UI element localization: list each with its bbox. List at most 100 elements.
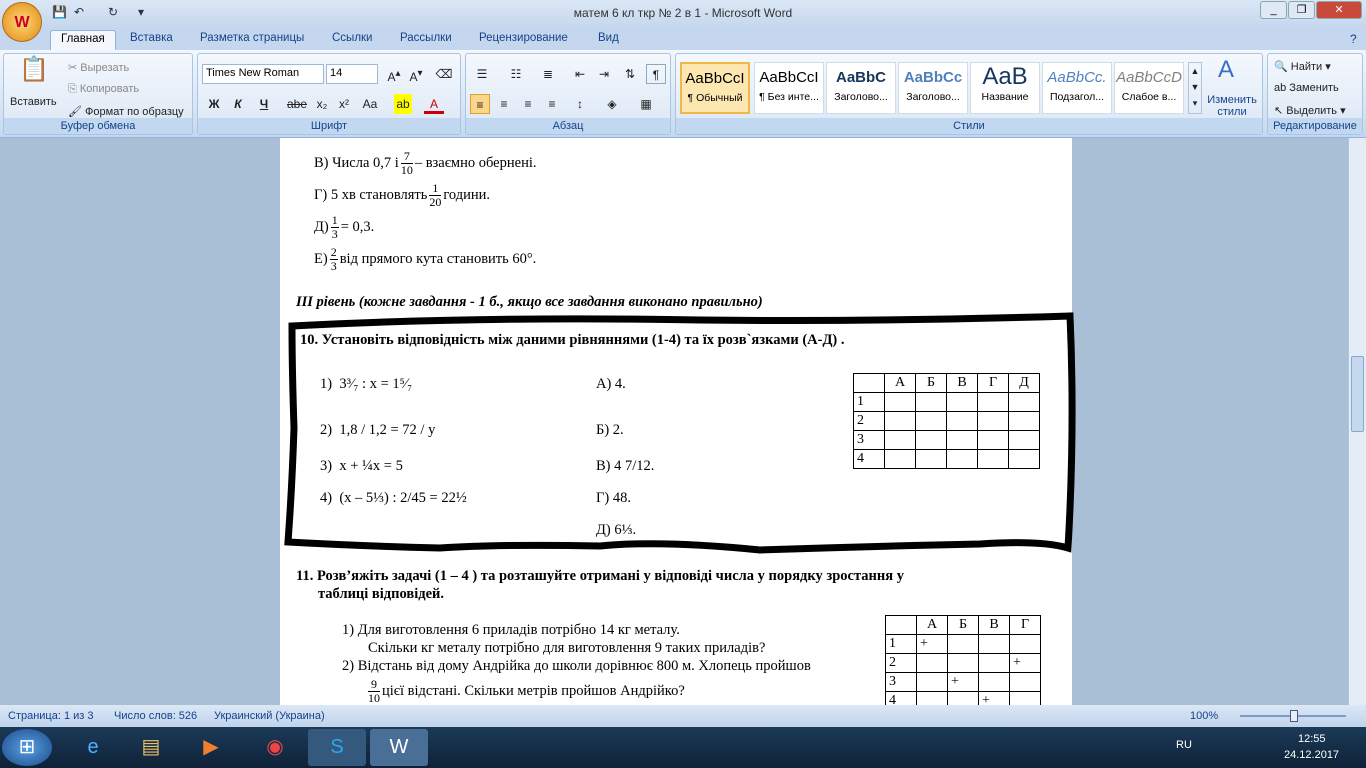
save-icon[interactable]: 💾 — [52, 5, 68, 21]
show-marks-icon[interactable]: ¶ — [646, 64, 666, 84]
borders-icon[interactable]: ▦ — [636, 94, 656, 114]
font-family-select[interactable]: Times New Roman — [202, 64, 324, 84]
superscript-button[interactable]: x² — [334, 94, 354, 114]
page-count[interactable]: Страница: 1 из 3 — [8, 710, 94, 722]
input-language[interactable]: RU — [1176, 739, 1192, 751]
cell[interactable] — [1008, 430, 1040, 450]
clock-time[interactable]: 12:55 — [1298, 733, 1326, 745]
tab-home[interactable]: Главная — [50, 30, 116, 50]
skype-icon[interactable]: S — [308, 729, 366, 766]
cell[interactable] — [946, 392, 978, 412]
bold-button[interactable]: Ж — [204, 94, 224, 114]
minimize-button[interactable]: _ — [1260, 1, 1287, 19]
style-heading1[interactable]: AaBbC Заголово... — [826, 62, 896, 114]
cell[interactable] — [946, 411, 978, 431]
file-explorer-icon[interactable]: ▤ — [122, 729, 180, 766]
tab-review[interactable]: Рецензирование — [469, 30, 578, 50]
cell[interactable] — [915, 392, 947, 412]
line-spacing-icon[interactable]: ↕ — [570, 94, 590, 114]
cell[interactable] — [884, 392, 916, 412]
eq-text: x + ¼x = 5 — [339, 458, 403, 474]
cell[interactable] — [915, 411, 947, 431]
close-button[interactable]: ✕ — [1316, 1, 1362, 19]
align-right-icon[interactable]: ≡ — [518, 94, 538, 114]
shrink-font-icon[interactable]: A▾ — [406, 64, 426, 84]
align-center-icon[interactable]: ≡ — [494, 94, 514, 114]
select-button[interactable]: ↖ Выделить ▾ — [1274, 104, 1346, 117]
cell[interactable] — [884, 449, 916, 469]
font-size-select[interactable]: 14 — [326, 64, 378, 84]
cell[interactable] — [946, 430, 978, 450]
tab-page-layout[interactable]: Разметка страницы — [190, 30, 314, 50]
style-normal[interactable]: AaBbCcI ¶ Обычный — [680, 62, 750, 114]
scrollbar-thumb[interactable] — [1351, 356, 1364, 432]
cell[interactable] — [915, 430, 947, 450]
shading-icon[interactable]: ◈ — [602, 94, 622, 114]
tab-mailings[interactable]: Рассылки — [390, 30, 462, 50]
change-styles-button[interactable]: Изменить стили — [1204, 94, 1260, 118]
format-painter-button[interactable]: 🖌 Формат по образцу — [68, 105, 184, 118]
cell[interactable] — [1008, 392, 1040, 412]
vertical-scrollbar[interactable] — [1348, 138, 1366, 705]
clear-format-icon[interactable]: ⌫ — [434, 64, 454, 84]
chrome-icon[interactable]: ◉ — [246, 729, 304, 766]
zoom-slider-thumb[interactable] — [1290, 710, 1298, 722]
find-button[interactable]: 🔍 Найти ▾ — [1274, 60, 1331, 73]
increase-indent-icon[interactable]: ⇥ — [594, 64, 614, 84]
paste-button[interactable]: Вставить — [10, 96, 57, 108]
multilevel-list-icon[interactable]: ≣ — [538, 64, 558, 84]
sort-icon[interactable]: ⇅ — [620, 64, 640, 84]
justify-icon[interactable]: ≡ — [542, 94, 562, 114]
style-heading2[interactable]: AaBbCc Заголово... — [898, 62, 968, 114]
bullets-icon[interactable]: ☰ — [472, 64, 492, 84]
cell[interactable] — [884, 430, 916, 450]
office-button[interactable]: W — [2, 2, 42, 42]
tab-references[interactable]: Ссылки — [322, 30, 383, 50]
numbering-icon[interactable]: ☷ — [506, 64, 526, 84]
cell[interactable] — [884, 411, 916, 431]
cell[interactable] — [977, 430, 1009, 450]
customize-icon[interactable]: ▾ — [138, 5, 154, 21]
change-case-button[interactable]: Aa — [358, 94, 382, 114]
language[interactable]: Украинский (Украина) — [214, 710, 325, 722]
redo-icon[interactable]: ↻ — [108, 5, 124, 21]
style-title[interactable]: AaB Название — [970, 62, 1040, 114]
highlight-icon[interactable]: ab — [394, 94, 412, 114]
tab-insert[interactable]: Вставка — [120, 30, 183, 50]
start-button[interactable]: ⊞ — [2, 729, 52, 766]
cell — [853, 373, 885, 393]
strikethrough-button[interactable]: abe — [284, 94, 310, 114]
style-subtitle[interactable]: AaBbCc. Подзагол... — [1042, 62, 1112, 114]
subscript-button[interactable]: x₂ — [312, 94, 332, 114]
undo-icon[interactable]: ↶ — [74, 5, 90, 21]
italic-button[interactable]: К — [228, 94, 248, 114]
word-icon[interactable]: W — [370, 729, 428, 766]
media-player-icon[interactable]: ▶ — [182, 729, 240, 766]
internet-explorer-icon[interactable]: e — [64, 729, 122, 766]
cell[interactable] — [977, 449, 1009, 469]
clock-date[interactable]: 24.12.2017 — [1284, 749, 1339, 761]
cell[interactable] — [946, 449, 978, 469]
underline-button[interactable]: Ч — [254, 94, 274, 114]
decrease-indent-icon[interactable]: ⇤ — [570, 64, 590, 84]
zoom-level[interactable]: 100% — [1190, 710, 1218, 722]
word-count[interactable]: Число слов: 526 — [114, 710, 197, 722]
style-no-spacing[interactable]: AaBbCcI ¶ Без инте... — [754, 62, 824, 114]
copy-button[interactable]: ⎘ Копировать — [68, 83, 139, 96]
grow-font-icon[interactable]: A▴ — [384, 64, 404, 84]
cell[interactable] — [977, 392, 1009, 412]
font-color-icon[interactable]: A — [424, 94, 444, 114]
replace-button[interactable]: ab Заменить — [1274, 82, 1339, 94]
styles-scroll[interactable]: ▲ ▼ ▾ — [1188, 62, 1202, 114]
cell[interactable] — [1008, 411, 1040, 431]
cell[interactable] — [1008, 449, 1040, 469]
align-left-icon[interactable]: ≡ — [470, 94, 490, 114]
cell[interactable] — [977, 411, 1009, 431]
help-icon[interactable]: ? — [1350, 32, 1357, 46]
cell[interactable] — [915, 449, 947, 469]
document-page[interactable]: В) Числа 0,7 і 7 10– взаємно обернені. Г) … — [280, 138, 1076, 705]
tab-view[interactable]: Вид — [588, 30, 629, 50]
maximize-button[interactable]: ❐ — [1288, 1, 1315, 19]
cut-button[interactable]: ✂ Вырезать — [68, 61, 129, 74]
style-subtle-emphasis[interactable]: AaBbCcD Слабое в... — [1114, 62, 1184, 114]
